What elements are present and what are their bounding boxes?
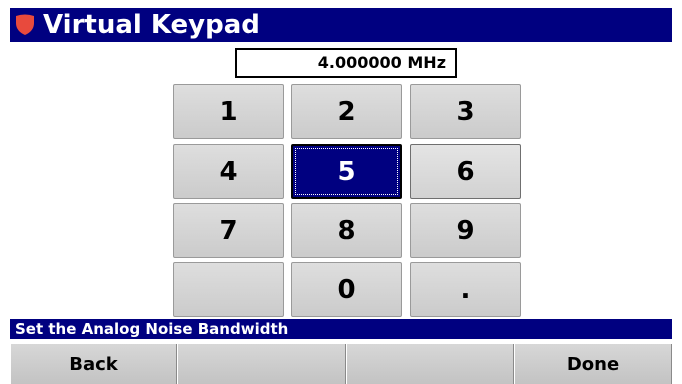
key-8[interactable]: 8 (291, 203, 402, 258)
page-title: Virtual Keypad (43, 10, 260, 40)
back-button[interactable]: Back (10, 344, 177, 384)
key-0[interactable]: 0 (291, 262, 402, 317)
shield-logo-icon (16, 14, 34, 35)
value-display: 4.000000 MHz (235, 48, 457, 78)
status-bar: Set the Analog Noise Bandwidth (10, 319, 672, 339)
softkey-bar: Back Done (10, 344, 672, 384)
done-button[interactable]: Done (514, 344, 672, 384)
softkey-3[interactable] (346, 344, 514, 384)
key-4[interactable]: 4 (173, 144, 284, 199)
key-1[interactable]: 1 (173, 84, 284, 139)
key-decimal[interactable]: . (410, 262, 521, 317)
key-5[interactable]: 5 (291, 144, 402, 199)
key-blank[interactable] (173, 262, 284, 317)
key-9[interactable]: 9 (410, 203, 521, 258)
key-7[interactable]: 7 (173, 203, 284, 258)
softkey-2[interactable] (177, 344, 346, 384)
key-6[interactable]: 6 (410, 144, 521, 199)
key-2[interactable]: 2 (291, 84, 402, 139)
key-3[interactable]: 3 (410, 84, 521, 139)
title-bar: Virtual Keypad (10, 8, 672, 42)
